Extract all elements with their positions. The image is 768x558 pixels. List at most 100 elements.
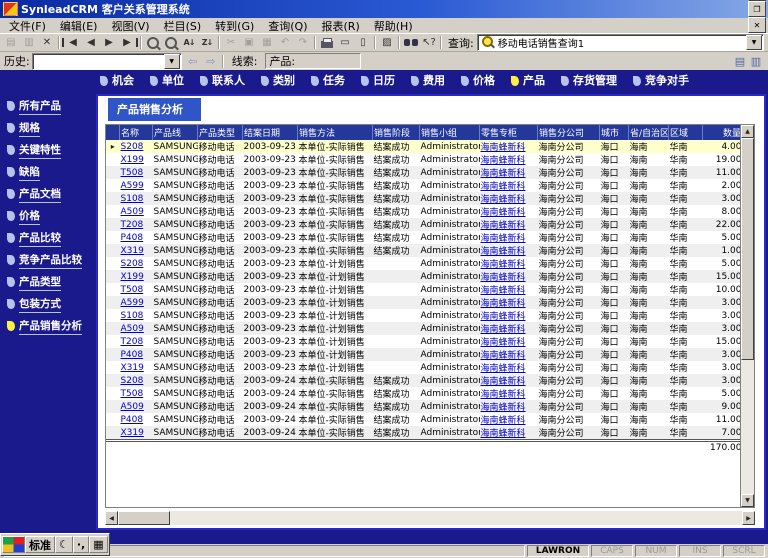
cell[interactable]: A509 — [120, 400, 153, 413]
ime-fullhalf-icon[interactable]: ☾ — [55, 536, 73, 553]
sort-descending-icon[interactable]: Z↓ — [198, 35, 216, 50]
ime-keyboard-icon[interactable]: ▦ — [89, 536, 107, 553]
cell[interactable]: S108 — [120, 309, 153, 322]
column-header-销售小组[interactable]: 销售小组 — [420, 125, 480, 140]
cell[interactable]: S208 — [120, 257, 153, 270]
product-link[interactable]: S208 — [121, 142, 144, 152]
scroll-up-icon[interactable]: ▲ — [741, 125, 754, 138]
column-header-结案日期[interactable]: 结案日期 — [243, 125, 298, 140]
edit-icon[interactable]: ▥ — [20, 35, 38, 50]
ime-mode-button[interactable]: 标准 — [25, 536, 55, 553]
redo-icon[interactable]: ↷ — [294, 35, 312, 50]
menu-item-4[interactable]: 转到(G) — [208, 18, 261, 34]
counter-link[interactable]: 海南蜂新科 — [481, 299, 526, 309]
cell[interactable]: 海南蜂新科 — [480, 322, 538, 335]
cell[interactable]: 海南蜂新科 — [480, 296, 538, 309]
counter-link[interactable]: 海南蜂新科 — [481, 351, 526, 361]
sort-ascending-icon[interactable]: A↓ — [180, 35, 198, 50]
context-help-icon[interactable]: ↖? — [420, 35, 438, 50]
cell[interactable]: T508 — [120, 166, 153, 179]
cell[interactable]: 海南蜂新科 — [480, 218, 538, 231]
table-row[interactable]: X199SAMSUNG移动电话2003-09-23本单位-实际销售结案成功Adm… — [106, 153, 740, 166]
cell[interactable]: S208 — [120, 140, 153, 153]
close-button[interactable]: ✕ — [748, 17, 766, 33]
product-link[interactable]: P408 — [121, 415, 144, 425]
first-record-icon[interactable]: ◀ — [62, 38, 82, 47]
counter-link[interactable]: 海南蜂新科 — [481, 169, 526, 179]
history-dropdown-arrow-icon[interactable]: ▼ — [164, 54, 180, 69]
table-row[interactable]: T208SAMSUNG移动电话2003-09-23本单位-计划销售Adminis… — [106, 335, 740, 348]
cell[interactable]: X319 — [120, 426, 153, 441]
horizontal-scroll-track[interactable] — [118, 511, 742, 525]
column-header-零售专柜[interactable]: 零售专柜 — [480, 125, 538, 140]
cell[interactable]: 海南蜂新科 — [480, 205, 538, 218]
sidebar-item-规格[interactable]: 规格 — [0, 117, 96, 139]
cell[interactable]: P408 — [120, 348, 153, 361]
product-link[interactable]: X199 — [121, 155, 144, 165]
product-link[interactable]: T508 — [121, 389, 144, 399]
sidebar-item-竞争产品比较[interactable]: 竞争产品比较 — [0, 249, 96, 271]
cell[interactable]: 海南蜂新科 — [480, 140, 538, 153]
zoom-search-icon[interactable] — [162, 35, 180, 50]
column-header-城市[interactable]: 城市 — [600, 125, 629, 140]
history-forward-icon[interactable]: ⇨ — [202, 54, 220, 69]
column-header-数量[interactable]: 数量 — [703, 125, 741, 140]
sidebar-item-缺陷[interactable]: 缺陷 — [0, 161, 96, 183]
cell[interactable]: P408 — [120, 231, 153, 244]
horizontal-scroll-thumb[interactable] — [118, 511, 170, 525]
table-row[interactable]: P408SAMSUNG移动电话2003-09-23本单位-计划销售Adminis… — [106, 348, 740, 361]
prev-record-icon[interactable]: ◀ — [82, 35, 100, 50]
table-row[interactable]: T508SAMSUNG移动电话2003-09-23本单位-计划销售Adminis… — [106, 283, 740, 296]
sidebar-item-所有产品[interactable]: 所有产品 — [0, 95, 96, 117]
cell[interactable]: 海南蜂新科 — [480, 270, 538, 283]
table-row[interactable]: T208SAMSUNG移动电话2003-09-23本单位-实际销售结案成功Adm… — [106, 218, 740, 231]
cell[interactable]: 海南蜂新科 — [480, 283, 538, 296]
history-combobox[interactable]: ▼ — [32, 53, 182, 70]
column-header-销售方法[interactable]: 销售方法 — [298, 125, 373, 140]
product-link[interactable]: S208 — [121, 376, 144, 386]
column-header-省/自治区[interactable]: 省/自治区 — [629, 125, 669, 140]
counter-link[interactable]: 海南蜂新科 — [481, 260, 526, 270]
paste-icon[interactable]: ▦ — [258, 35, 276, 50]
product-link[interactable]: P408 — [121, 233, 144, 243]
counter-link[interactable]: 海南蜂新科 — [481, 338, 526, 348]
undo-icon[interactable]: ↶ — [276, 35, 294, 50]
product-link[interactable]: X319 — [121, 363, 144, 373]
horizontal-scrollbar[interactable]: ◀ ▶ — [105, 511, 755, 525]
cell[interactable]: T508 — [120, 283, 153, 296]
table-row[interactable]: A599SAMSUNG移动电话2003-09-23本单位-实际销售结案成功Adm… — [106, 179, 740, 192]
query-dropdown-arrow-icon[interactable]: ▼ — [746, 35, 762, 50]
column-header-产品类型[interactable]: 产品类型 — [198, 125, 243, 140]
scroll-right-icon[interactable]: ▶ — [742, 511, 755, 525]
detail-view-icon[interactable]: ▥ — [748, 54, 764, 68]
counter-link[interactable]: 海南蜂新科 — [481, 364, 526, 374]
counter-link[interactable]: 海南蜂新科 — [481, 208, 526, 218]
report-icon[interactable]: ▨ — [378, 35, 396, 50]
counter-link[interactable]: 海南蜂新科 — [481, 286, 526, 296]
copy-icon[interactable]: ▣ — [240, 35, 258, 50]
next-record-icon[interactable]: ▶ — [100, 35, 118, 50]
delete-icon[interactable]: ✕ — [38, 35, 56, 50]
cell[interactable]: 海南蜂新科 — [480, 309, 538, 322]
sidebar-item-产品文档[interactable]: 产品文档 — [0, 183, 96, 205]
cell[interactable]: 海南蜂新科 — [480, 231, 538, 244]
product-link[interactable]: T508 — [121, 168, 144, 178]
table-row[interactable]: X199SAMSUNG移动电话2003-09-23本单位-计划销售Adminis… — [106, 270, 740, 283]
sidebar-item-产品比较[interactable]: 产品比较 — [0, 227, 96, 249]
cell[interactable]: 海南蜂新科 — [480, 387, 538, 400]
scroll-down-icon[interactable]: ▼ — [741, 494, 754, 507]
cut-icon[interactable]: ✂ — [222, 35, 240, 50]
cell[interactable]: 海南蜂新科 — [480, 374, 538, 387]
product-link[interactable]: T208 — [121, 337, 144, 347]
cell[interactable]: 海南蜂新科 — [480, 400, 538, 413]
search-icon[interactable] — [144, 35, 162, 50]
column-header-产品线[interactable]: 产品线 — [153, 125, 198, 140]
table-row[interactable]: S208SAMSUNG移动电话2003-09-24本单位-实际销售结案成功Adm… — [106, 374, 740, 387]
counter-link[interactable]: 海南蜂新科 — [481, 403, 526, 413]
scroll-left-icon[interactable]: ◀ — [105, 511, 118, 525]
counter-link[interactable]: 海南蜂新科 — [481, 195, 526, 205]
sidebar-item-产品类型[interactable]: 产品类型 — [0, 271, 96, 293]
counter-link[interactable]: 海南蜂新科 — [481, 247, 526, 257]
menu-item-7[interactable]: 帮助(H) — [367, 18, 420, 34]
counter-link[interactable]: 海南蜂新科 — [481, 156, 526, 166]
